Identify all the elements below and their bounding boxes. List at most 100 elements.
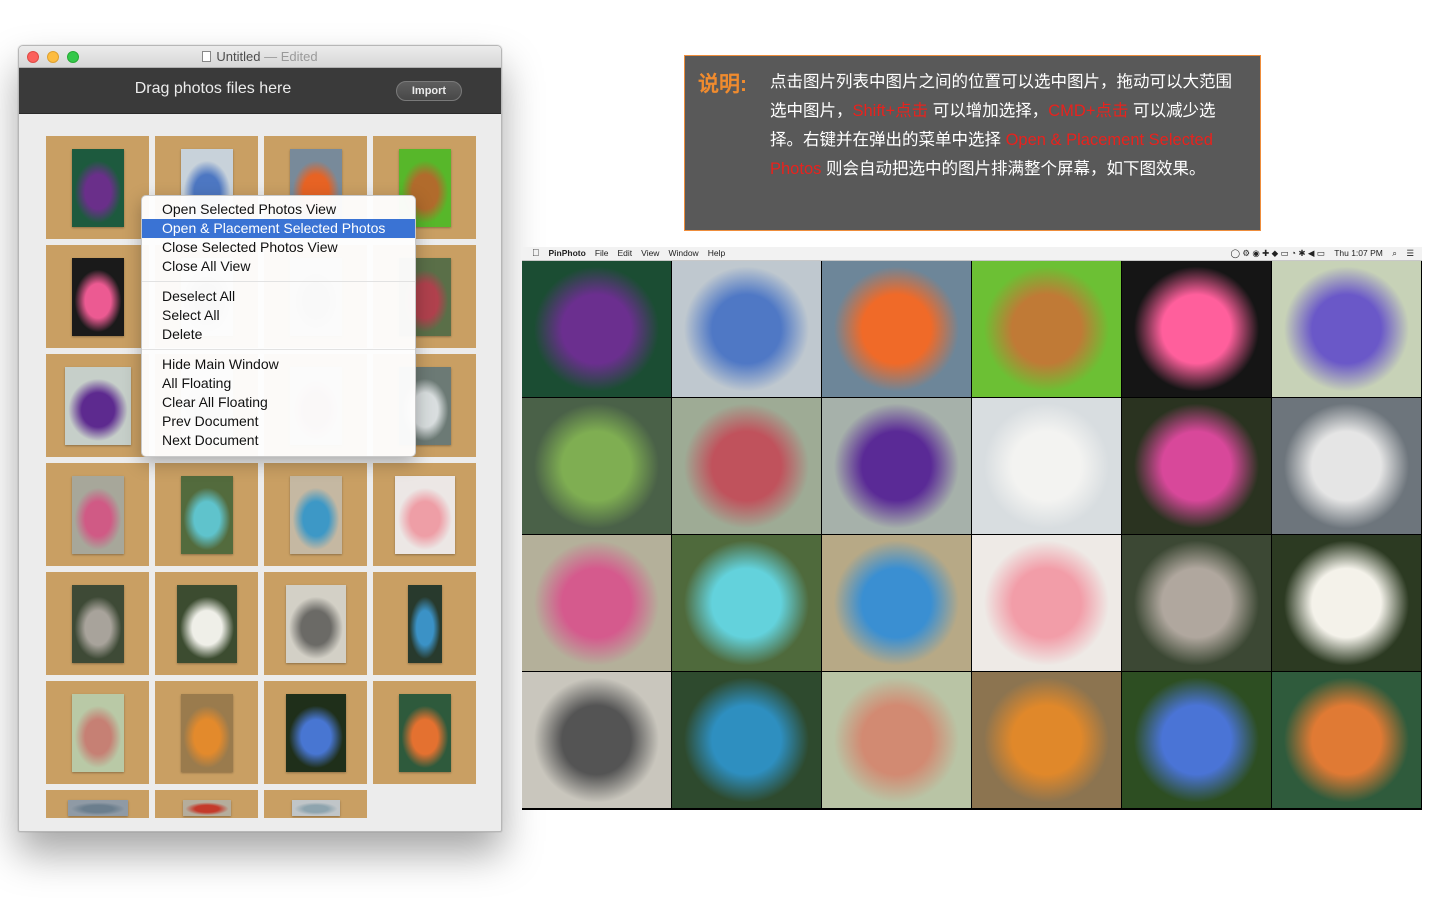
- photo-thumbnail: [71, 693, 124, 772]
- result-menu-window: Window: [660, 248, 698, 258]
- apple-icon: : [532, 248, 540, 259]
- placed-photo: [972, 672, 1121, 808]
- photo-cell[interactable]: [264, 463, 367, 566]
- photo-thumbnail: [180, 475, 233, 554]
- placed-photo: [672, 398, 821, 534]
- photo-cell[interactable]: [264, 572, 367, 675]
- placed-photo: [972, 535, 1121, 671]
- placed-photo: [1122, 398, 1271, 534]
- status-icons: ◯ ⚙ ◉ ✚ ◆ ▭ ◔ ✱ ◀ ▭: [1230, 248, 1325, 258]
- menu-item-clear-all-floating[interactable]: Clear All Floating: [142, 393, 415, 412]
- placed-photo: [1272, 398, 1421, 534]
- photo-thumbnail: [64, 366, 131, 445]
- placed-photo: [822, 672, 971, 808]
- photo-thumbnail: [176, 584, 237, 663]
- photo-cell[interactable]: [155, 790, 258, 818]
- placed-photo: [672, 672, 821, 808]
- menu-item-open-placement-selected-photos[interactable]: Open & Placement Selected Photos: [142, 219, 415, 238]
- menu-clock: Thu 1:07 PM: [1334, 248, 1383, 258]
- photo-cell[interactable]: [46, 463, 149, 566]
- drop-zone-bar[interactable]: Drag photos files here Import: [19, 68, 501, 114]
- result-menu-pinphoto: PinPhoto: [541, 248, 586, 258]
- screenshot-stage: Untitled — Edited Drag photos files here…: [0, 0, 1440, 900]
- note-label: 说明:: [698, 73, 747, 96]
- menu-separator: [142, 349, 415, 350]
- document-icon: [202, 51, 212, 62]
- placed-photo: [1122, 535, 1271, 671]
- photo-cell[interactable]: [155, 681, 258, 784]
- photo-cell[interactable]: [373, 463, 476, 566]
- result-menu-left: PinPhotoFileEditViewWindowHelp: [532, 248, 734, 259]
- placed-photo: [522, 398, 671, 534]
- photo-thumbnail: [67, 800, 128, 816]
- import-button[interactable]: Import: [396, 81, 462, 101]
- photo-thumbnail: [394, 475, 455, 554]
- photo-cell[interactable]: [264, 790, 367, 818]
- placed-photo: [822, 398, 971, 534]
- drop-zone-label: Drag photos files here: [134, 80, 292, 97]
- photo-thumbnail: [71, 148, 124, 227]
- window-title: Untitled — Edited: [19, 49, 501, 64]
- placed-photo: [522, 535, 671, 671]
- photo-cell[interactable]: [46, 136, 149, 239]
- context-menu: Open Selected Photos View Open & Placemen…: [141, 195, 416, 457]
- photo-thumbnail: [180, 693, 233, 772]
- photo-cell[interactable]: [155, 572, 258, 675]
- menu-item-close-selected-photos-view[interactable]: Close Selected Photos View: [142, 238, 415, 257]
- menu-item-close-all-view[interactable]: Close All View: [142, 257, 415, 276]
- menu-item-hide-main-window[interactable]: Hide Main Window: [142, 355, 415, 374]
- menu-item-next-document[interactable]: Next Document: [142, 431, 415, 450]
- photo-cell[interactable]: [155, 463, 258, 566]
- placed-photo: [822, 261, 971, 397]
- note-segment: 可以增加选择，: [928, 102, 1049, 120]
- placed-photo: [972, 398, 1121, 534]
- placed-photo: [822, 535, 971, 671]
- photo-thumbnail: [71, 584, 124, 663]
- menu-item-delete[interactable]: Delete: [142, 325, 415, 344]
- placed-photo: [1122, 672, 1271, 808]
- notification-list-icon: ☰: [1406, 248, 1414, 258]
- title-bar[interactable]: Untitled — Edited: [19, 46, 501, 68]
- result-menu-view: View: [633, 248, 659, 258]
- placed-photo: [1272, 535, 1421, 671]
- placement-result-screen: PinPhotoFileEditViewWindowHelp ◯ ⚙ ◉ ✚ …: [522, 247, 1422, 810]
- photo-cell[interactable]: [46, 245, 149, 348]
- photo-thumbnail: [285, 693, 346, 772]
- menu-item-deselect-all[interactable]: Deselect All: [142, 287, 415, 306]
- window-title-text: Untitled: [216, 49, 261, 64]
- note-highlight: Shift+点击: [852, 102, 929, 120]
- note-segment: 则会自动把选中的图片排满整个屏幕，如下图效果。: [821, 160, 1206, 178]
- result-menu-edit: Edit: [610, 248, 633, 258]
- photo-cell[interactable]: [46, 681, 149, 784]
- menu-separator: [142, 281, 415, 282]
- placed-photo: [972, 261, 1121, 397]
- photo-cell[interactable]: [46, 354, 149, 457]
- result-menu-right: ◯ ⚙ ◉ ✚ ◆ ▭ ◔ ✱ ◀ ▭ Thu 1:07 PM ⌕ ☰: [1223, 248, 1414, 259]
- result-menu-bar: PinPhotoFileEditViewWindowHelp ◯ ⚙ ◉ ✚ …: [522, 247, 1422, 261]
- result-menu-file: File: [587, 248, 609, 258]
- placed-photo: [672, 261, 821, 397]
- placed-photo: [1122, 261, 1271, 397]
- spotlight-icon: ⌕: [1392, 248, 1397, 258]
- photo-cell[interactable]: [264, 681, 367, 784]
- placed-photo: [1272, 261, 1421, 397]
- window-title-edited: — Edited: [264, 49, 318, 64]
- photo-thumbnail: [407, 584, 442, 663]
- note-text: 点击图片列表中图片之间的位置可以选中图片，拖动可以大范围选中图片，Shift+点…: [770, 68, 1248, 184]
- photo-cell[interactable]: [373, 572, 476, 675]
- photo-cell[interactable]: [373, 681, 476, 784]
- menu-item-open-selected-photos-view[interactable]: Open Selected Photos View: [142, 200, 415, 219]
- menu-item-prev-document[interactable]: Prev Document: [142, 412, 415, 431]
- photo-cell[interactable]: [46, 790, 149, 818]
- photo-thumbnail: [289, 475, 342, 554]
- placed-photo: [522, 261, 671, 397]
- menu-item-all-floating[interactable]: All Floating: [142, 374, 415, 393]
- photo-thumbnail: [398, 693, 451, 772]
- placed-photo: [672, 535, 821, 671]
- instruction-note: 说明: 点击图片列表中图片之间的位置可以选中图片，拖动可以大范围选中图片，Shi…: [684, 55, 1261, 231]
- photo-thumbnail: [71, 475, 124, 554]
- menu-item-select-all[interactable]: Select All: [142, 306, 415, 325]
- placed-photo: [522, 672, 671, 808]
- photo-cell[interactable]: [46, 572, 149, 675]
- photo-thumbnail: [71, 257, 124, 336]
